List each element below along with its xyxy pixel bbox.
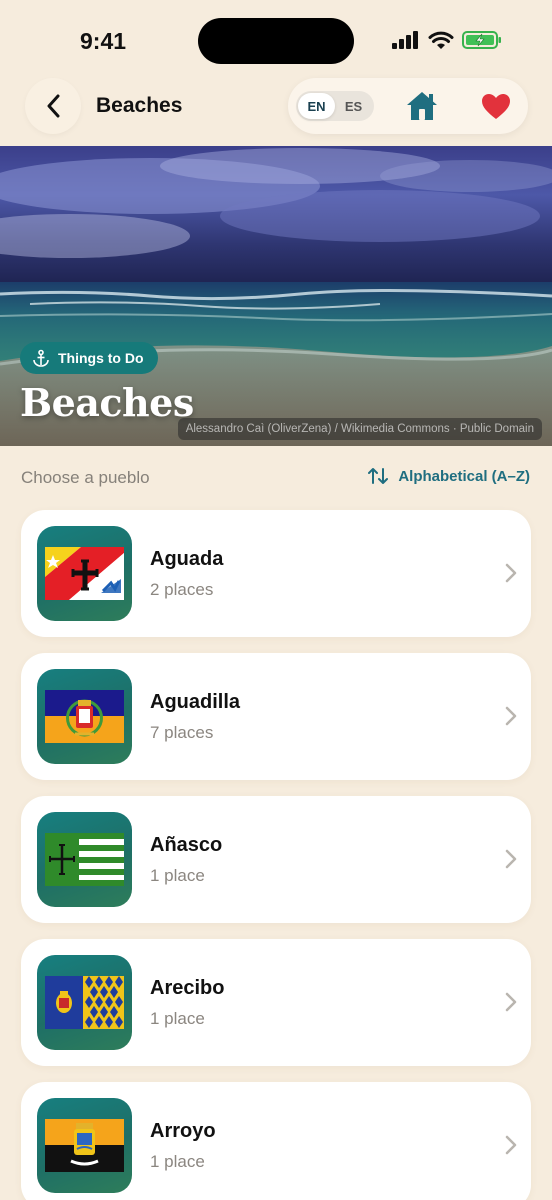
hero-title: Beaches: [20, 380, 194, 425]
photo-credit: Alessandro Caì (OliverZena) / Wikimedia …: [177, 418, 542, 440]
list-label: Choose a pueblo: [21, 468, 150, 487]
chevron-right-icon: [505, 849, 517, 869]
sort-label: Alphabetical (A–Z): [398, 467, 530, 485]
pueblo-name: Arroyo: [150, 1120, 216, 1142]
chevron-right-icon: [505, 706, 517, 726]
places-count: 1 place: [150, 866, 205, 885]
cellular-signal-icon: [392, 31, 418, 49]
flag-tile: [37, 526, 132, 621]
flag-tile: [37, 669, 132, 764]
chevron-right-icon: [505, 563, 517, 583]
language-toggle[interactable]: EN ES: [296, 91, 374, 121]
language-option-en[interactable]: EN: [298, 93, 335, 119]
chevron-right-icon: [505, 1135, 517, 1155]
battery-charging-icon: [462, 31, 501, 49]
places-count: 1 place: [150, 1009, 205, 1028]
category-badge: Things to Do: [20, 342, 158, 374]
heart-icon: [482, 93, 510, 119]
aguadilla-flag-icon: [45, 690, 124, 743]
pueblo-name: Aguadilla: [150, 691, 241, 713]
header-actions: EN ES: [288, 78, 528, 134]
flag-tile: [37, 812, 132, 907]
home-icon: [407, 92, 437, 120]
wifi-icon: [428, 31, 454, 49]
anchor-icon: [33, 349, 49, 367]
flag-tile: [37, 1098, 132, 1193]
list-item-arroyo[interactable]: Arroyo 1 place: [21, 1082, 531, 1200]
back-button[interactable]: [25, 78, 81, 134]
arroyo-flag-icon: [45, 1119, 124, 1172]
places-count: 1 place: [150, 1152, 205, 1171]
places-count: 2 places: [150, 580, 214, 599]
home-button[interactable]: [402, 88, 442, 124]
category-label: Things to Do: [58, 350, 144, 366]
places-count: 7 places: [150, 723, 214, 742]
sort-arrows-icon: [368, 468, 389, 484]
hero-banner: Things to Do Beaches Alessandro Caì (Oli…: [0, 146, 552, 446]
status-time: 9:41: [80, 28, 127, 54]
aguada-flag-icon: [45, 547, 124, 600]
pueblo-name: Aguada: [150, 548, 224, 570]
language-option-es[interactable]: ES: [335, 93, 372, 119]
status-bar: 9:41: [0, 0, 552, 80]
list-item-aguadilla[interactable]: Aguadilla 7 places: [21, 653, 531, 780]
pueblo-name: Arecibo: [150, 977, 225, 999]
anasco-flag-icon: [45, 833, 124, 886]
flag-tile: [37, 955, 132, 1050]
list-item-arecibo[interactable]: Arecibo 1 place: [21, 939, 531, 1066]
list-item-anasco[interactable]: Añasco 1 place: [21, 796, 531, 923]
list-item-aguada[interactable]: Aguada 2 places: [21, 510, 531, 637]
status-icons: [392, 30, 502, 50]
sort-button[interactable]: Alphabetical (A–Z): [368, 467, 530, 485]
arecibo-flag-icon: [45, 976, 124, 1029]
pueblo-name: Añasco: [150, 834, 223, 856]
chevron-left-icon: [47, 94, 60, 118]
page-title: Beaches: [96, 94, 183, 117]
chevron-right-icon: [505, 992, 517, 1012]
dynamic-island: [198, 18, 354, 64]
favorites-button[interactable]: [476, 88, 516, 124]
